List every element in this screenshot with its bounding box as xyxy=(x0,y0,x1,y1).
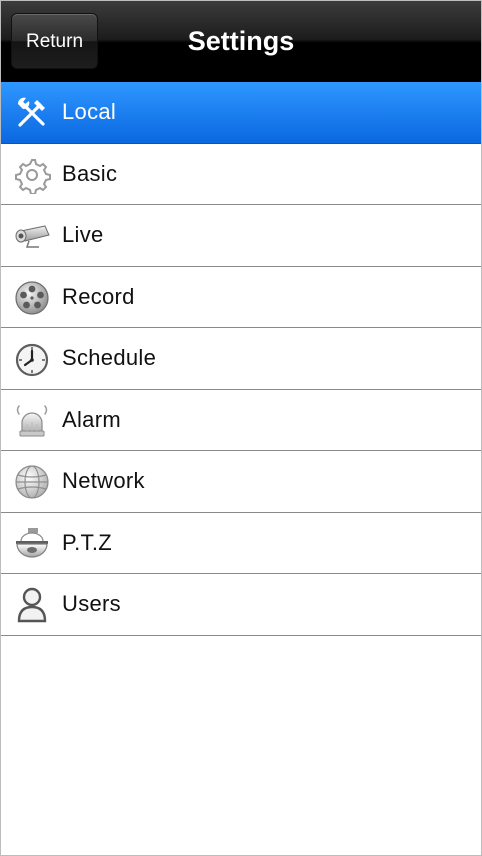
globe-icon xyxy=(13,463,51,501)
title-bar: Return Settings xyxy=(1,1,481,82)
menu-item-label: Network xyxy=(62,468,145,494)
menu-item-ptz[interactable]: P.T.Z xyxy=(1,512,481,574)
menu-item-label: Local xyxy=(62,99,117,125)
menu-item-label: P.T.Z xyxy=(62,529,113,555)
camera-icon xyxy=(13,217,51,255)
menu-item-live[interactable]: Live xyxy=(1,205,481,267)
menu-item-label: Users xyxy=(62,591,121,617)
ptz-dome-camera-icon xyxy=(13,525,51,563)
settings-menu: Local Basic Live Record Schedule Alarm N… xyxy=(1,82,481,636)
settings-screen: Return Settings Local Basic Live Record … xyxy=(0,0,482,856)
menu-item-record[interactable]: Record xyxy=(1,266,481,328)
menu-item-basic[interactable]: Basic xyxy=(1,143,481,205)
menu-item-label: Live xyxy=(62,222,104,248)
menu-item-users[interactable]: Users xyxy=(1,574,481,636)
menu-item-local[interactable]: Local xyxy=(1,82,481,144)
menu-item-network[interactable]: Network xyxy=(1,451,481,513)
gear-icon xyxy=(13,156,51,194)
alarm-bell-icon xyxy=(13,402,51,440)
return-button[interactable]: Return xyxy=(11,13,98,69)
menu-item-schedule[interactable]: Schedule xyxy=(1,328,481,390)
menu-item-alarm[interactable]: Alarm xyxy=(1,389,481,451)
film-reel-icon xyxy=(13,279,51,317)
menu-item-label: Record xyxy=(62,283,135,309)
clock-icon xyxy=(13,340,51,378)
menu-item-label: Alarm xyxy=(62,406,121,432)
menu-item-label: Schedule xyxy=(62,345,157,371)
user-icon xyxy=(13,586,51,624)
menu-item-label: Basic xyxy=(62,160,118,186)
tools-icon xyxy=(13,94,51,132)
